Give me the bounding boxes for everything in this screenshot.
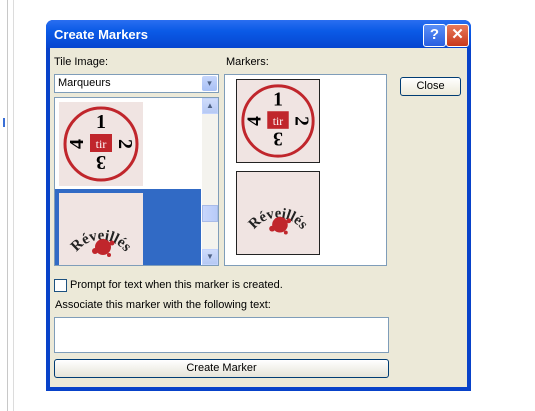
reveilles-marker-image: Réveillés [246,206,311,235]
prompt-text-checkbox[interactable] [54,279,67,292]
marker-tir-center-text: tir [273,115,284,128]
window-title: Create Markers [54,27,148,42]
markers-label: Markers: [226,56,269,68]
markers-list[interactable]: tir 1 2 3 4 Réveillés [224,74,387,266]
marker-tir-digit-2: 2 [291,116,312,126]
reveilles-marker-image: Réveillés [68,228,135,257]
close-icon: ✕ [451,26,464,43]
scroll-down-icon[interactable]: ▼ [202,249,218,265]
scrollbar-thumb[interactable] [202,205,218,222]
tile-list-scrollbar[interactable]: ▲ ▼ [202,98,218,265]
create-markers-dialog: Create Markers ? ✕ Tile Image: Markers: … [46,20,471,391]
tir-digit-4: 4 [66,139,88,149]
marker-tir[interactable]: tir 1 2 3 4 [236,79,320,163]
cursor-mark [3,118,5,127]
chevron-down-icon[interactable]: ▾ [202,76,217,91]
window-close-button[interactable]: ✕ [446,24,469,47]
associate-text-field[interactable] [54,317,389,353]
marker-tir-digit-1: 1 [273,89,283,110]
tile-image-select[interactable]: Marqueurs ▾ [54,74,219,93]
tir-center-text: tir [96,137,107,151]
close-button[interactable]: Close [400,77,461,96]
tir-digit-1: 1 [96,111,106,133]
tir-marker-image: tir 1 2 3 4 [241,84,315,158]
scroll-up-icon[interactable]: ▲ [202,98,218,114]
marker-tir-digit-3: 3 [273,128,283,149]
tile-image-label: Tile Image: [54,56,109,68]
tile-image-list[interactable]: tir 1 2 3 4 Réveillés ▲ ▼ [54,97,219,266]
tir-digit-2: 2 [114,139,136,149]
tile-reveilles[interactable]: Réveillés [59,193,143,265]
create-marker-button[interactable]: Create Marker [54,359,389,378]
marker-tir-digit-4: 4 [244,116,265,126]
tir-marker-image: tir 1 2 3 4 [63,106,139,182]
tile-tir[interactable]: tir 1 2 3 4 [59,102,143,186]
marker-reveilles[interactable]: Réveillés [236,171,320,255]
tile-image-selected-value: Marqueurs [58,77,111,89]
associate-text-label: Associate this marker with the following… [55,299,271,311]
help-button[interactable]: ? [423,24,446,47]
background-window-edge [0,0,18,411]
tir-digit-3: 3 [96,151,106,173]
dialog-frame-bottom [46,387,471,391]
prompt-text-label: Prompt for text when this marker is crea… [70,279,283,291]
dialog-body: Tile Image: Markers: Marqueurs ▾ tir 1 2… [50,48,467,387]
help-icon: ? [429,26,440,43]
title-bar[interactable]: Create Markers ? ✕ [46,20,471,48]
